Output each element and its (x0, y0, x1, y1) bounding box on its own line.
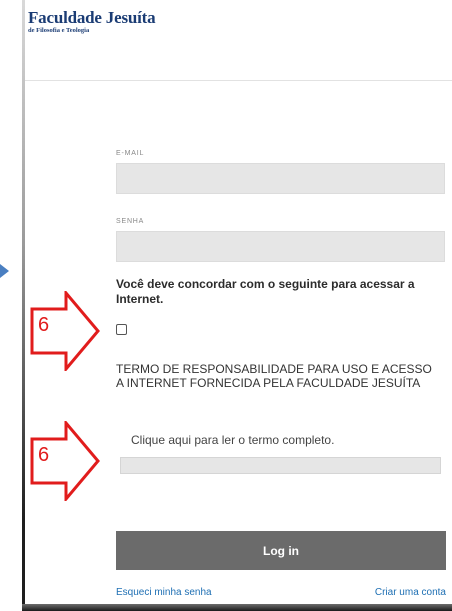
window-bottom-edge (22, 604, 452, 611)
arrow-right-icon (0, 264, 9, 278)
forgot-password-link[interactable]: Esqueci minha senha (116, 587, 212, 598)
callout-arrow: 6 (28, 291, 108, 371)
email-label: E-MAIL (116, 150, 145, 157)
callout-number: 6 (38, 314, 50, 336)
terms-link[interactable]: Clique aqui para ler o termo completo. (131, 433, 334, 447)
terms-checkbox[interactable] (116, 324, 127, 335)
password-label: SENHA (116, 218, 145, 225)
login-button[interactable]: Log in (116, 531, 446, 570)
logo: Faculdade Jesuíta de Filosofia e Teologi… (28, 8, 156, 35)
logo-subtitle: de Filosofia e Teologia (28, 27, 90, 34)
password-field[interactable] (116, 231, 445, 262)
callout-number: 6 (38, 444, 50, 466)
logo-title: Faculdade Jesuíta (28, 8, 156, 27)
terms-title: TERMO DE RESPONSABILIDADE PARA USO E ACE… (116, 362, 432, 390)
header: Faculdade Jesuíta de Filosofia e Teologi… (25, 0, 452, 81)
email-field[interactable] (116, 163, 445, 194)
terms-field[interactable] (120, 457, 441, 474)
callout-arrow: 6 (28, 421, 108, 501)
left-gutter (0, 0, 24, 611)
create-account-link[interactable]: Criar uma conta (375, 587, 446, 598)
agree-text: Você deve concordar com o seguinte para … (116, 277, 415, 306)
